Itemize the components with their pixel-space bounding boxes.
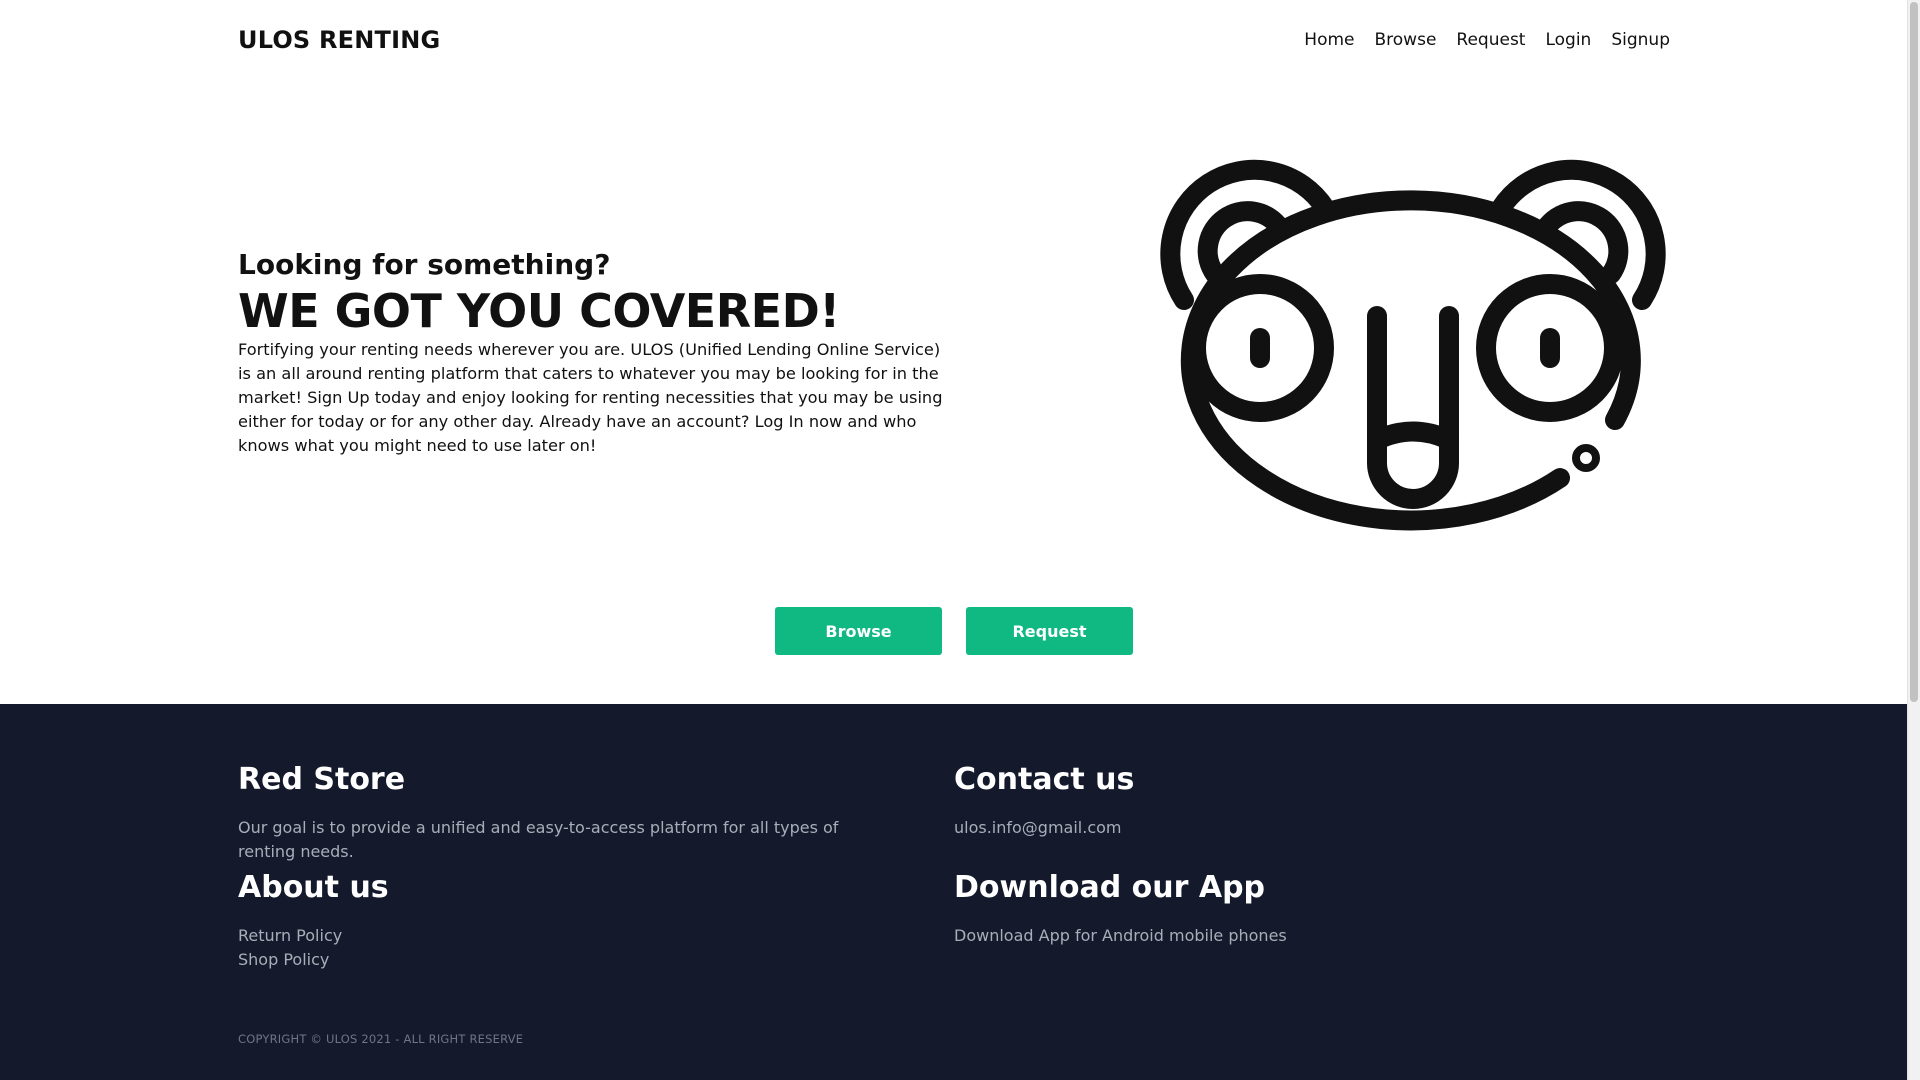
footer-store-title: Red Store	[238, 762, 406, 797]
hero-description: Fortifying your renting needs wherever y…	[238, 340, 943, 455]
request-button[interactable]: Request	[966, 607, 1133, 655]
nav-link-login[interactable]: Login	[1545, 30, 1591, 50]
footer-app-title: Download our App	[954, 870, 1266, 905]
scrollbar-thumb[interactable]	[1910, 2, 1918, 702]
nav-menu: Home Browse Request Login Signup	[1304, 30, 1670, 50]
hero-title: WE GOT YOU COVERED!	[238, 284, 840, 338]
nav-link-browse[interactable]: Browse	[1375, 30, 1437, 50]
footer-copyright: COPYRIGHT © ULOS 2021 - ALL RIGHT RESERV…	[238, 1032, 524, 1046]
page: ULOS RENTING Home Browse Request Login S…	[0, 0, 1908, 1080]
footer-app: Download our App Download App for Androi…	[954, 868, 1554, 948]
nav-link-home[interactable]: Home	[1304, 30, 1354, 50]
footer-store: Red Store Our goal is to provide a unifi…	[238, 760, 898, 864]
footer-app-text[interactable]: Download App for Android mobile phones	[954, 924, 1554, 948]
navbar: ULOS RENTING Home Browse Request Login S…	[238, 0, 1670, 80]
nose	[1367, 306, 1459, 509]
footer-about-title: About us	[238, 870, 389, 905]
footer-link-shop-policy[interactable]: Shop Policy	[238, 948, 898, 972]
brand-logo[interactable]: ULOS RENTING	[238, 26, 440, 54]
footer-store-text: Our goal is to provide a unified and eas…	[238, 818, 839, 861]
footer-contact-title: Contact us	[954, 762, 1135, 797]
nav-link-request[interactable]: Request	[1456, 30, 1525, 50]
hero-actions: Browse Request	[0, 607, 1908, 655]
hero-section: Looking for something? WE GOT YOU COVERE…	[238, 246, 954, 474]
footer-about: About us Return Policy Shop Policy	[238, 868, 898, 972]
mouth	[1367, 421, 1459, 450]
hero-kicker: Looking for something?	[238, 248, 611, 281]
page-scrollbar[interactable]	[1907, 0, 1920, 1080]
koala-mascot-icon	[1160, 159, 1666, 531]
footer: Red Store Our goal is to provide a unifi…	[0, 704, 1908, 1080]
footer-contact: Contact us ulos.info@gmail.com	[954, 760, 1554, 840]
footer-contact-email[interactable]: ulos.info@gmail.com	[954, 816, 1554, 840]
head-dot	[1572, 444, 1600, 472]
nav-link-signup[interactable]: Signup	[1611, 30, 1670, 50]
browse-button[interactable]: Browse	[775, 607, 942, 655]
footer-link-return-policy[interactable]: Return Policy	[238, 924, 898, 948]
